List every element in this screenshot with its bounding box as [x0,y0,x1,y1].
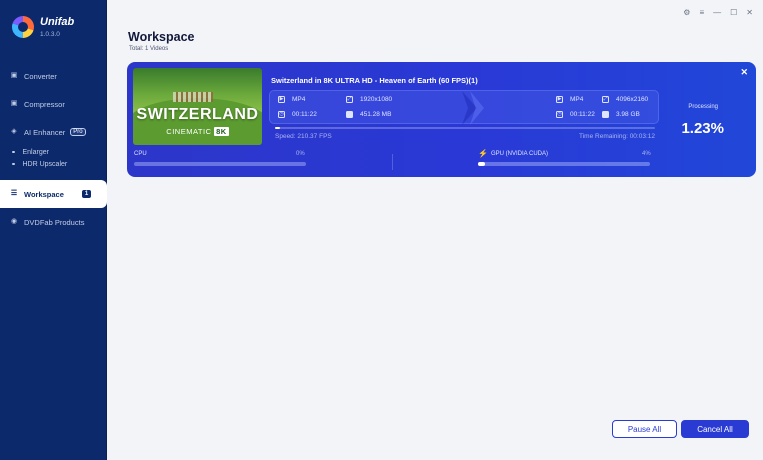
task-card: ✕ SWITZERLAND CINEMATIC 8K Switzerland i… [127,62,756,177]
sidebar-item-workspace[interactable]: ☰ Workspace 1 [0,180,107,208]
lightning-icon: ⚡ [478,149,488,158]
bullet-icon [12,150,15,154]
gpu-usage-fill [478,162,485,166]
arrow-icon [462,91,477,125]
speed-text: Speed: 210.37 FPS [275,133,332,140]
cpu-percent: 0% [296,151,305,157]
sidebar-item-label: AI Enhancer [24,127,66,137]
workspace-icon: ☰ [10,190,18,197]
sidebar-item-compressor[interactable]: ▣ Compressor [0,90,107,118]
video-thumbnail: SWITZERLAND CINEMATIC 8K [133,68,262,145]
play-icon: ▶ [278,96,285,103]
sidebar-item-label: Compressor [24,99,65,109]
sidebar-item-ai-enhancer[interactable]: ◈ AI Enhancer Pro [0,118,107,146]
unifab-logo-icon [12,16,34,39]
sidebar-item-label: Converter [24,71,57,81]
sidebar-item-label: Workspace [24,189,64,199]
menu-icon[interactable]: ≡ [699,8,704,17]
app-version: 1.0.3.0 [40,31,60,39]
time-remaining-text: Time Remaining: 00:03:12 [579,133,655,140]
task-progress-bar [275,127,655,129]
pro-badge: Pro [70,128,86,136]
sidebar-item-label: Enlarger [22,148,49,156]
page-subtitle: Total: 1 Videos [129,46,169,52]
cpu-label: CPU [134,151,147,157]
source-format: ▶ MP4 [278,96,306,103]
task-progress-fill [275,127,280,129]
source-resolution: ⤢ 1920x1080 [346,96,393,103]
clock-icon: ◷ [278,111,285,118]
minimize-icon[interactable]: — [713,8,721,17]
bullet-icon [12,162,15,166]
status-label: Processing [688,104,718,110]
page-title: Workspace [128,30,195,44]
sidebar-item-hdr-upscaler[interactable]: HDR Upscaler [0,158,107,170]
close-icon[interactable]: ✕ [746,8,753,17]
resolution-icon: ⤢ [602,96,609,103]
app-name: Unifab [40,16,75,28]
sidebar-item-label: HDR Upscaler [22,160,68,168]
window-controls: ⚙ ≡ — ☐ ✕ [683,8,753,17]
divider [392,154,393,170]
gpu-label: GPU (NVIDIA CUDA) [491,151,549,157]
sidebar: Unifab 1.0.3.0 ▣ Converter ▣ Compressor … [0,0,107,460]
converter-icon: ▣ [10,72,18,79]
pause-all-button[interactable]: Pause All [612,420,677,438]
thumbnail-subtitle: CINEMATIC 8K [166,127,229,136]
video-title: Switzerland in 8K ULTRA HD - Heaven of E… [271,76,478,85]
clock-icon: ◷ [556,111,563,118]
output-duration: ◷ 00:11:22 [556,111,595,118]
compressor-icon: ▣ [10,100,18,107]
output-resolution[interactable]: ⤢ 4096x2160 [602,96,648,103]
output-format: ▶ MP4 [556,96,584,103]
dvdfab-products-icon: ◉ [10,218,18,225]
output-size: 3.98 GB [602,111,640,118]
maximize-icon[interactable]: ☐ [730,8,737,17]
file-size-icon [346,111,353,118]
sidebar-nav: ▣ Converter ▣ Compressor ◈ AI Enhancer P… [0,66,107,236]
progress-percent: 1.23% [681,120,724,137]
sidebar-item-dvdfab-products[interactable]: ◉ DVDFab Products [0,208,107,236]
gpu-percent: 4% [642,151,651,157]
thumbnail-title: SWITZERLAND [136,106,259,123]
settings-icon[interactable]: ⚙ [683,8,690,17]
gpu-usage-bar [478,162,650,166]
sidebar-item-converter[interactable]: ▣ Converter [0,62,107,90]
resolution-icon: ⤢ [346,96,353,103]
file-size-icon [602,111,609,118]
source-duration: ◷ 00:11:22 [278,111,317,118]
play-icon: ▶ [556,96,563,103]
sidebar-item-label: DVDFab Products [24,217,85,227]
cpu-usage-bar [134,162,306,166]
close-task-icon[interactable]: ✕ [740,67,748,78]
sidebar-item-enlarger[interactable]: Enlarger [0,146,107,158]
conversion-info-box: ▶ MP4 ⤢ 1920x1080 ◷ 00:11:22 451.28 MB ▶… [269,90,659,125]
count-badge: 1 [81,190,92,198]
app-logo: Unifab 1.0.3.0 [12,16,75,39]
ai-enhancer-icon: ◈ [11,128,17,135]
cancel-all-button[interactable]: Cancel All [681,420,749,438]
source-size: 451.28 MB [346,111,391,118]
